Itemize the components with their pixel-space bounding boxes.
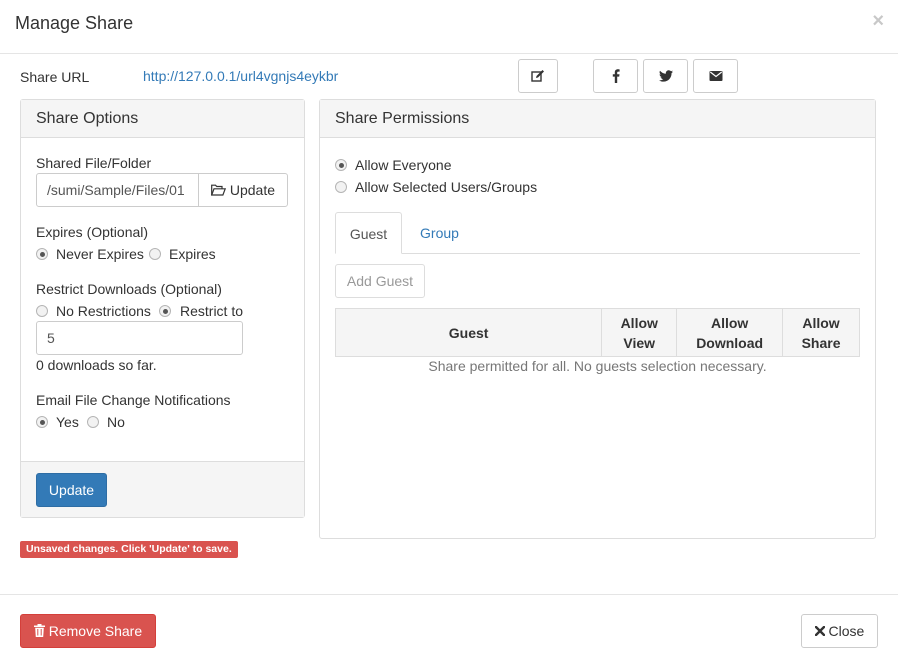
allow-everyone-radio[interactable] (335, 159, 347, 171)
remove-share-label: Remove Share (48, 623, 143, 639)
restrict-to-label: Restrict to (180, 303, 244, 319)
share-url-label: Share URL (20, 69, 90, 85)
col-allow-view[interactable]: Allow View (601, 308, 678, 357)
add-guest-button[interactable]: Add Guest (335, 264, 425, 298)
edit-icon (531, 70, 544, 82)
update-path-button[interactable]: Update (198, 173, 288, 207)
modal-footer-divider (0, 594, 898, 595)
col-allow-share[interactable]: Allow Share (782, 308, 860, 357)
edit-url-button[interactable] (518, 59, 558, 93)
share-permissions-heading: Share Permissions (320, 100, 875, 138)
share-options-heading: Share Options (21, 100, 304, 138)
expires-label: Expires (Optional) (36, 224, 149, 240)
close-icon[interactable]: × (872, 10, 884, 33)
unsaved-changes-badge: Unsaved changes. Click 'Update' to save. (20, 541, 238, 558)
notify-no-radio[interactable] (87, 416, 99, 428)
notify-yes-label: Yes (56, 414, 79, 430)
guest-permissions-table: Guest Allow View Allow Download Allow Sh… (334, 308, 860, 357)
expires-option-label: Expires (169, 246, 216, 262)
times-icon (814, 625, 825, 637)
never-expires-radio[interactable] (36, 248, 48, 260)
tab-group[interactable]: Group (406, 212, 473, 254)
never-expires-label: Never Expires (56, 246, 144, 262)
close-label: Close (828, 623, 865, 639)
notify-label: Email File Change Notifications (36, 392, 231, 408)
folder-open-icon (210, 184, 227, 196)
remove-share-button[interactable]: Remove Share (20, 614, 156, 648)
tab-guest[interactable]: Guest (335, 212, 402, 254)
allow-selected-label: Allow Selected Users/Groups (355, 179, 538, 195)
facebook-share-button[interactable] (593, 59, 638, 93)
restrict-to-radio[interactable] (159, 305, 171, 317)
allow-selected-radio[interactable] (335, 181, 347, 193)
modal-title: Manage Share (15, 13, 134, 33)
restrict-downloads-label: Restrict Downloads (Optional) (36, 281, 222, 297)
update-share-button[interactable]: Update (36, 473, 107, 507)
twitter-share-button[interactable] (643, 59, 688, 93)
twitter-icon (658, 70, 673, 82)
notify-yes-radio[interactable] (36, 416, 48, 428)
no-restrictions-radio[interactable] (36, 305, 48, 317)
expires-radio[interactable] (149, 248, 161, 260)
envelope-icon (709, 71, 722, 81)
close-button[interactable]: Close (801, 614, 878, 648)
downloads-so-far: 0 downloads so far. (36, 357, 157, 373)
restrict-count-input[interactable]: 5 (36, 321, 243, 355)
facebook-icon (612, 69, 620, 83)
allow-everyone-label: Allow Everyone (355, 157, 452, 173)
empty-guests-message: Share permitted for all. No guests selec… (428, 358, 767, 374)
share-url-link[interactable]: http://127.0.0.1/url4vgnjs4eykbr (143, 68, 338, 84)
modal-header: Manage Share × (0, 0, 898, 54)
col-allow-download[interactable]: Allow Download (676, 308, 784, 357)
col-guest[interactable]: Guest (334, 308, 603, 357)
shared-file-input[interactable]: /sumi/Sample/Files/01 (36, 173, 200, 207)
no-restrictions-label: No Restrictions (56, 303, 151, 319)
trash-icon (33, 624, 45, 637)
notify-no-label: No (107, 414, 125, 430)
email-share-button[interactable] (693, 59, 738, 93)
shared-file-label: Shared File/Folder (36, 155, 152, 171)
update-path-label: Update (229, 182, 276, 198)
